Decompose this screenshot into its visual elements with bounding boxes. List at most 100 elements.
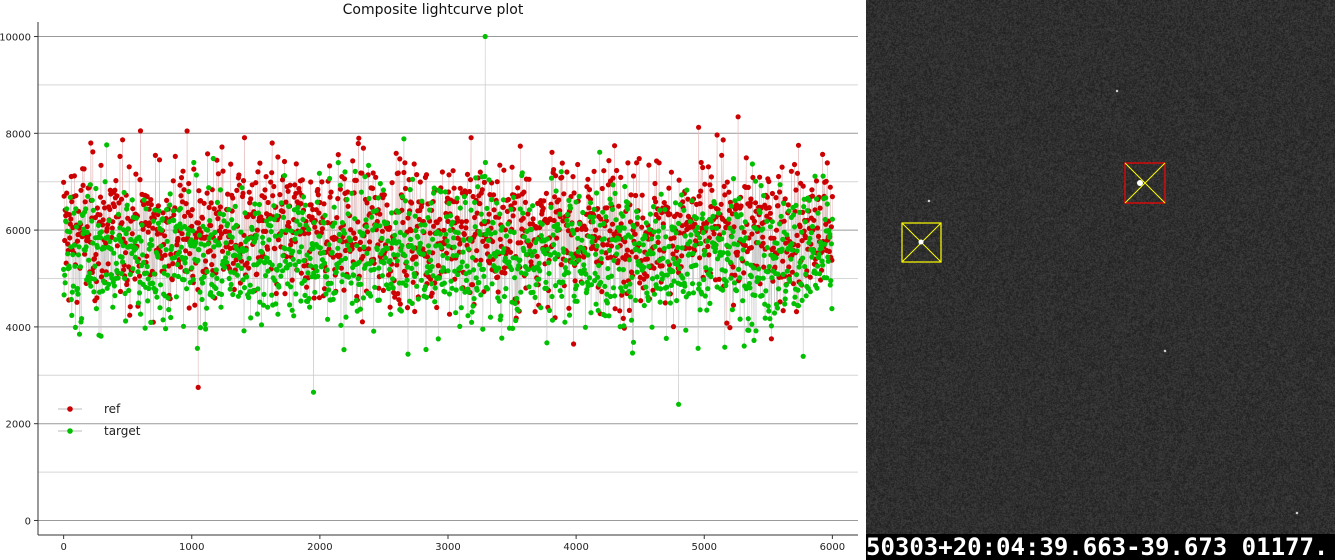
data-point — [699, 216, 705, 222]
data-point — [725, 251, 731, 257]
data-point — [253, 232, 259, 239]
data-point — [556, 226, 562, 232]
data-point — [553, 188, 559, 194]
data-point — [341, 176, 348, 182]
data-point — [610, 175, 616, 181]
data-point — [543, 279, 549, 285]
data-point — [817, 205, 823, 211]
data-point — [552, 256, 558, 262]
data-point — [69, 289, 75, 295]
data-point — [793, 272, 800, 278]
data-point — [480, 326, 486, 332]
data-point — [135, 269, 141, 275]
data-point — [719, 152, 725, 158]
data-point — [702, 248, 708, 254]
data-point — [458, 224, 464, 230]
data-point — [87, 270, 93, 276]
plot-canvas[interactable]: 0 2000 4000 6000 8000 10000 0 1000 2000 3000 4000 5… — [0, 0, 866, 560]
data-point — [501, 246, 507, 252]
data-point — [441, 280, 447, 286]
data-point — [727, 325, 733, 331]
data-point — [191, 159, 197, 166]
data-point — [777, 221, 783, 227]
data-point — [601, 168, 607, 174]
lightcurve-plot[interactable]: Composite lightcurve plot 0 2000 4000 6000 8… — [0, 0, 866, 560]
ref-aperture[interactable] — [1124, 162, 1166, 204]
data-point — [442, 289, 448, 295]
data-point — [112, 293, 118, 299]
aperture-overlay[interactable] — [866, 0, 1335, 534]
data-point — [164, 197, 170, 203]
video-frame-view[interactable]: 50303+20:04:39.663-39.673 01177. — [866, 0, 1335, 560]
data-point — [461, 237, 467, 243]
data-point — [305, 270, 311, 276]
data-point — [788, 168, 795, 174]
data-point — [671, 225, 678, 231]
data-point — [323, 274, 330, 280]
data-point — [632, 241, 638, 247]
data-point — [362, 174, 368, 180]
data-point — [566, 197, 572, 203]
data-point — [620, 213, 626, 219]
target-aperture[interactable] — [901, 222, 942, 263]
data-point — [133, 215, 139, 221]
data-point — [308, 202, 314, 208]
data-point — [650, 204, 657, 210]
data-point — [316, 170, 322, 176]
data-point — [784, 232, 790, 238]
data-point — [398, 308, 404, 314]
data-point — [278, 273, 284, 279]
data-point — [356, 259, 362, 265]
data-point — [551, 242, 557, 248]
data-point — [828, 278, 834, 284]
data-point — [460, 249, 466, 255]
data-point — [738, 212, 744, 218]
data-point — [92, 263, 98, 269]
data-point — [298, 270, 304, 276]
data-point — [720, 250, 726, 256]
data-point — [751, 218, 758, 224]
data-point — [296, 258, 302, 265]
data-point — [525, 266, 532, 272]
data-point — [689, 281, 696, 287]
data-point — [807, 289, 813, 295]
data-point — [225, 250, 231, 256]
data-point — [123, 318, 129, 324]
data-point — [546, 270, 552, 277]
data-point — [401, 169, 407, 176]
data-point — [467, 177, 474, 183]
data-point — [423, 346, 429, 353]
data-point — [820, 151, 826, 157]
data-point — [719, 236, 725, 242]
data-point — [422, 222, 428, 228]
data-point — [542, 251, 549, 257]
data-point — [731, 280, 738, 286]
legend: ref target — [58, 402, 141, 438]
data-point — [218, 224, 224, 230]
data-point — [402, 253, 408, 259]
data-point — [614, 167, 620, 174]
data-point — [74, 299, 80, 305]
data-point — [599, 249, 605, 255]
data-point — [684, 187, 690, 193]
data-point — [164, 238, 170, 244]
data-point — [94, 295, 100, 301]
data-point — [666, 185, 672, 191]
data-point — [97, 212, 103, 218]
data-point — [601, 221, 607, 227]
data-point — [463, 225, 469, 231]
data-point — [720, 287, 726, 293]
data-point — [300, 216, 306, 223]
data-point — [555, 221, 561, 227]
data-point — [642, 235, 648, 241]
data-point — [794, 170, 801, 176]
data-point — [135, 300, 141, 306]
data-point — [138, 238, 144, 244]
data-point — [195, 220, 201, 226]
data-point — [94, 244, 100, 250]
data-point — [448, 278, 454, 284]
data-point — [781, 218, 787, 224]
data-point — [809, 187, 815, 193]
data-point — [574, 298, 580, 304]
data-point — [355, 140, 361, 147]
